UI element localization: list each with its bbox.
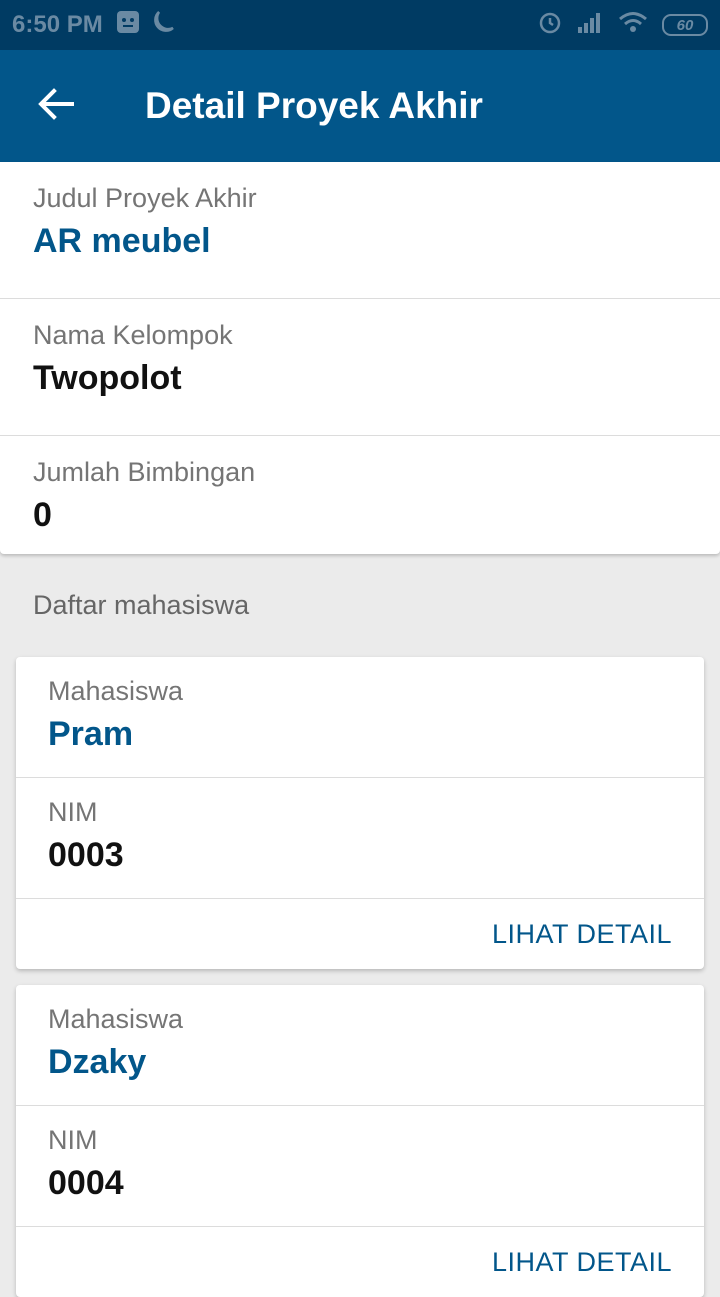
guidance-count-row: Jumlah Bimbingan 0	[0, 436, 720, 554]
project-title-row: Judul Proyek Akhir AR meubel	[0, 162, 720, 299]
student-nim-label: NIM	[48, 797, 98, 827]
project-info-card: Judul Proyek Akhir AR meubel Nama Kelomp…	[0, 162, 720, 554]
student-name-row: Mahasiswa Dzaky	[16, 985, 704, 1106]
guidance-count-label: Jumlah Bimbingan	[33, 457, 256, 487]
battery-icon: 60	[662, 14, 708, 36]
notification-app-icon	[115, 9, 141, 42]
card-actions: LIHAT DETAIL	[16, 899, 704, 969]
group-name-row: Nama Kelompok Twopolot	[0, 299, 720, 436]
wifi-icon	[618, 11, 648, 40]
student-nim-value: 0004	[48, 1164, 124, 1202]
status-bar: 6:50 PM 60	[0, 0, 720, 50]
student-nim-row: NIM 0003	[16, 778, 704, 899]
arrow-left-icon	[38, 87, 74, 125]
view-detail-button[interactable]: LIHAT DETAIL	[492, 919, 672, 950]
student-nim-row: NIM 0004	[16, 1106, 704, 1227]
student-list-title: Daftar mahasiswa	[33, 590, 250, 620]
student-name-value: Dzaky	[48, 1043, 147, 1081]
group-name-value: Twopolot	[33, 359, 182, 397]
back-button[interactable]	[0, 50, 112, 162]
battery-level: 60	[676, 16, 694, 34]
student-name-value: Pram	[48, 715, 134, 753]
page-title: Detail Proyek Akhir	[145, 85, 483, 126]
moon-icon	[153, 10, 175, 41]
view-detail-button[interactable]: LIHAT DETAIL	[492, 1247, 672, 1278]
student-nim-value: 0003	[48, 836, 124, 874]
student-name-row: Mahasiswa Pram	[16, 657, 704, 778]
alarm-icon	[538, 10, 562, 41]
card-actions: LIHAT DETAIL	[16, 1227, 704, 1297]
status-time: 6:50 PM	[12, 11, 103, 38]
student-card: Mahasiswa Pram NIM 0003 LIHAT DETAIL	[16, 657, 704, 969]
student-nim-label: NIM	[48, 1125, 98, 1155]
app-bar: Detail Proyek Akhir	[0, 50, 720, 162]
student-card: Mahasiswa Dzaky NIM 0004 LIHAT DETAIL	[16, 985, 704, 1297]
group-name-label: Nama Kelompok	[33, 320, 233, 350]
student-name-label: Mahasiswa	[48, 1004, 184, 1034]
project-title-value: AR meubel	[33, 222, 211, 260]
student-name-label: Mahasiswa	[48, 676, 184, 706]
guidance-count-value: 0	[33, 496, 52, 534]
signal-icon	[576, 11, 604, 40]
project-title-label: Judul Proyek Akhir	[33, 183, 257, 213]
